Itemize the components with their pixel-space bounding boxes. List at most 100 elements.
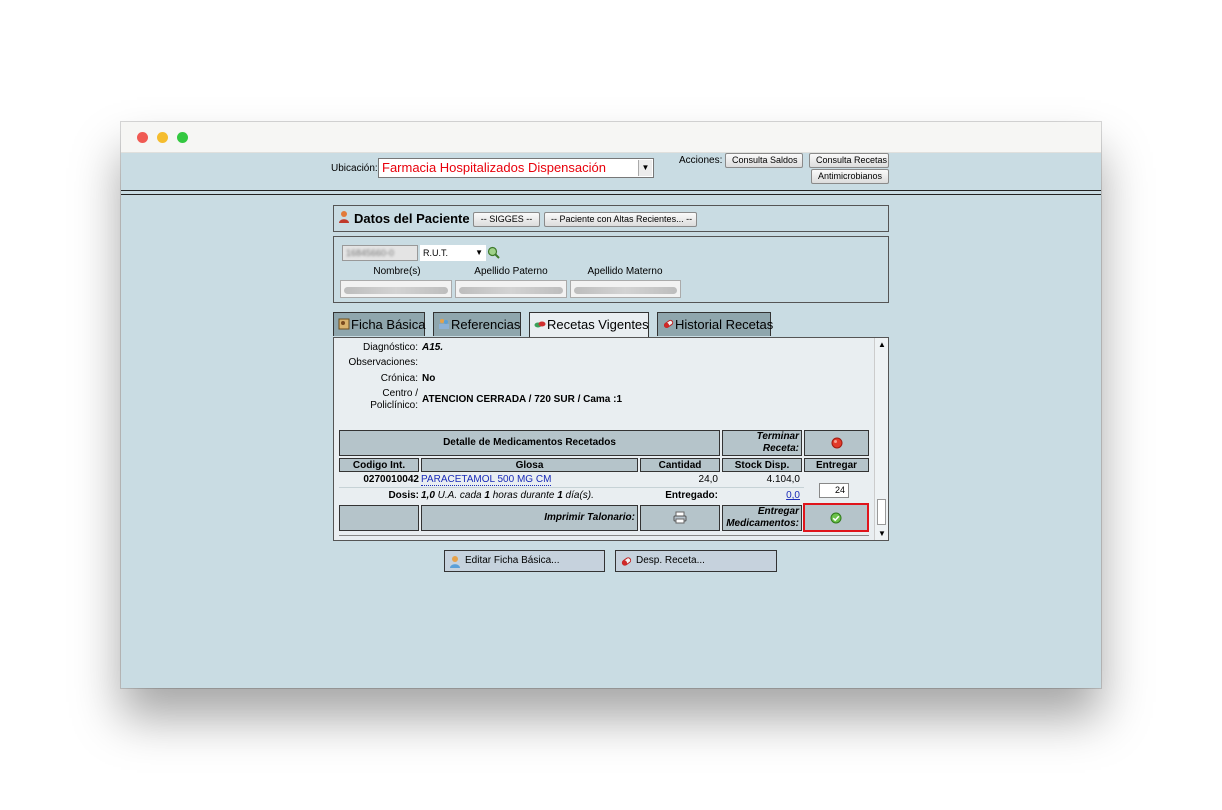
desp-receta-button[interactable]: Desp. Receta... [615, 550, 777, 572]
tab-referencias[interactable]: Referencias [433, 312, 521, 336]
col-glosa: Glosa [421, 458, 638, 472]
row-divider [339, 487, 804, 488]
printer-icon [673, 511, 687, 529]
altas-recientes-button[interactable]: -- Paciente con Altas Recientes... -- [544, 212, 697, 227]
centro-label-line1: Centro / [382, 388, 418, 399]
patient-icon [338, 210, 350, 223]
maximize-window-button[interactable] [177, 132, 188, 143]
chevron-down-icon: ▼ [638, 160, 652, 176]
row-stock: 4.104,0 [766, 474, 800, 485]
patient-title: Datos del Paciente [354, 211, 470, 226]
location-label: Ubicación: [331, 163, 378, 174]
tab-recetas-vigentes[interactable]: Recetas Vigentes [529, 312, 649, 338]
people-icon [438, 314, 450, 329]
tab-ficha-basica[interactable]: Ficha Básica [333, 312, 425, 336]
cronica-label: Crónica: [380, 373, 418, 384]
close-window-button[interactable] [137, 132, 148, 143]
scrollbar-thumb[interactable] [877, 499, 886, 525]
check-icon [830, 512, 842, 529]
id-card-icon [338, 314, 350, 330]
table-bottom-line [339, 535, 869, 536]
centro-value: ATENCION CERRADA / 720 SUR / Cama :1 [422, 394, 623, 405]
nombres-label: Nombre(s) [373, 266, 421, 277]
antimicrobianos-button[interactable]: Antimicrobianos [811, 169, 889, 184]
header-separator-top [121, 190, 1101, 191]
entregar-med-line2: Medicamentos: [726, 518, 799, 529]
diagnostico-label: Diagnóstico: [362, 342, 418, 353]
col-stock: Stock Disp. [722, 458, 802, 472]
id-type-select[interactable]: R.U.T. ▼ [420, 245, 486, 261]
entregar-med-line1: Entregar [757, 506, 799, 517]
consulta-recetas-button[interactable]: Consulta Recetas [809, 153, 889, 168]
tab-label: Ficha Básica [351, 317, 426, 332]
recetas-vigentes-panel: Diagnóstico: A15. Observaciones: Crónica… [333, 337, 889, 541]
terminar-receta-button[interactable] [804, 430, 869, 456]
row-cantidad: 24,0 [698, 474, 718, 485]
tab-label: Historial Recetas [675, 317, 774, 332]
row-glosa-link[interactable]: PARACETAMOL 500 MG CM [421, 474, 552, 486]
col-cantidad: Cantidad [640, 458, 720, 472]
nombres-field[interactable] [340, 280, 452, 298]
centro-label-line2: Policlínico: [370, 400, 418, 411]
tab-historial-recetas[interactable]: Historial Recetas [657, 312, 774, 336]
scroll-down-icon[interactable]: ▼ [878, 529, 886, 538]
browser-window: Ubicación: Farmacia Hospitalizados Dispe… [121, 122, 1101, 688]
diagnostico-value: A15. [422, 342, 444, 353]
location-select[interactable]: Farmacia Hospitalizados Dispensación ▼ [378, 158, 654, 178]
rut-input[interactable]: 16845660-0 [342, 245, 418, 261]
consulta-saldos-button[interactable]: Consulta Saldos [725, 153, 803, 168]
minimize-window-button[interactable] [157, 132, 168, 143]
imprimir-button[interactable] [640, 505, 720, 531]
id-type-value: R.U.T. [423, 248, 449, 258]
editar-ficha-basica-button[interactable]: Editar Ficha Básica... [444, 550, 605, 572]
imprimir-empty-cell [339, 505, 419, 531]
row-codigo: 0270010042 [363, 474, 419, 485]
header-separator-bottom [121, 194, 1101, 195]
col-codigo: Codigo Int. [339, 458, 419, 472]
entregado-value[interactable]: 0,0 [722, 490, 800, 501]
dosis-text: 1,0 U.A. cada 1 horas durante 1 día(s). [421, 490, 594, 501]
entregado-label: Entregado: [665, 490, 718, 501]
location-value: Farmacia Hospitalizados Dispensación [382, 160, 606, 175]
chevron-down-icon: ▼ [475, 248, 483, 257]
recetas-scrollbar[interactable]: ▲ ▼ [874, 338, 888, 540]
sigges-button[interactable]: -- SIGGES -- [473, 212, 540, 227]
dosis-mid: horas durante [489, 490, 558, 501]
apellido-paterno-field[interactable] [455, 280, 567, 298]
window-titlebar [121, 122, 1101, 153]
pill-icon [662, 314, 674, 328]
actions-label: Acciones: [679, 155, 723, 166]
entregar-value: 24 [834, 485, 845, 495]
patient-header-panel: Datos del Paciente -- SIGGES -- -- Pacie… [333, 205, 889, 232]
dosis-unit: U.A. cada [434, 490, 485, 501]
cronica-value: No [422, 373, 436, 384]
imprimir-talonario-label: Imprimir Talonario: [421, 505, 638, 531]
tab-bar: Ficha Básica Referencias Recetas Vigente… [333, 312, 889, 338]
patient-id-panel: 16845660-0 R.U.T. ▼ Nombre(s) Apellido P… [333, 236, 889, 303]
desp-label: Desp. Receta... [636, 555, 705, 566]
dosis-qty: 1,0 [421, 490, 435, 501]
terminar-receta-label: Terminar Receta: [722, 430, 802, 456]
dosis-end: día(s). [562, 490, 594, 501]
search-icon[interactable] [487, 246, 500, 259]
entregar-medicamentos-button[interactable] [803, 503, 869, 532]
apellido-paterno-label: Apellido Paterno [474, 266, 548, 277]
scroll-up-icon[interactable]: ▲ [878, 340, 886, 349]
entregar-input[interactable]: 24 [819, 483, 849, 498]
edit-user-icon [449, 555, 462, 576]
apellido-materno-label: Apellido Materno [587, 266, 663, 277]
pills-icon [534, 314, 546, 328]
rut-value: 16845660-0 [346, 248, 395, 258]
entregar-medicamentos-label: Entregar Medicamentos: [722, 505, 802, 531]
pill-icon [620, 555, 633, 576]
table-row: 0270010042 PARACETAMOL 500 MG CM 24,0 4.… [339, 473, 869, 503]
page-content: Ubicación: Farmacia Hospitalizados Dispe… [121, 153, 1101, 688]
terminar-label-line1: Terminar [756, 431, 799, 442]
apellido-materno-field[interactable] [570, 280, 681, 298]
detalle-title: Detalle de Medicamentos Recetados [339, 430, 720, 456]
dosis-label: Dosis: [388, 490, 419, 501]
editar-label: Editar Ficha Básica... [465, 555, 560, 566]
col-entregar: Entregar [804, 458, 869, 472]
observaciones-label: Observaciones: [348, 357, 418, 368]
stop-icon [831, 437, 843, 454]
